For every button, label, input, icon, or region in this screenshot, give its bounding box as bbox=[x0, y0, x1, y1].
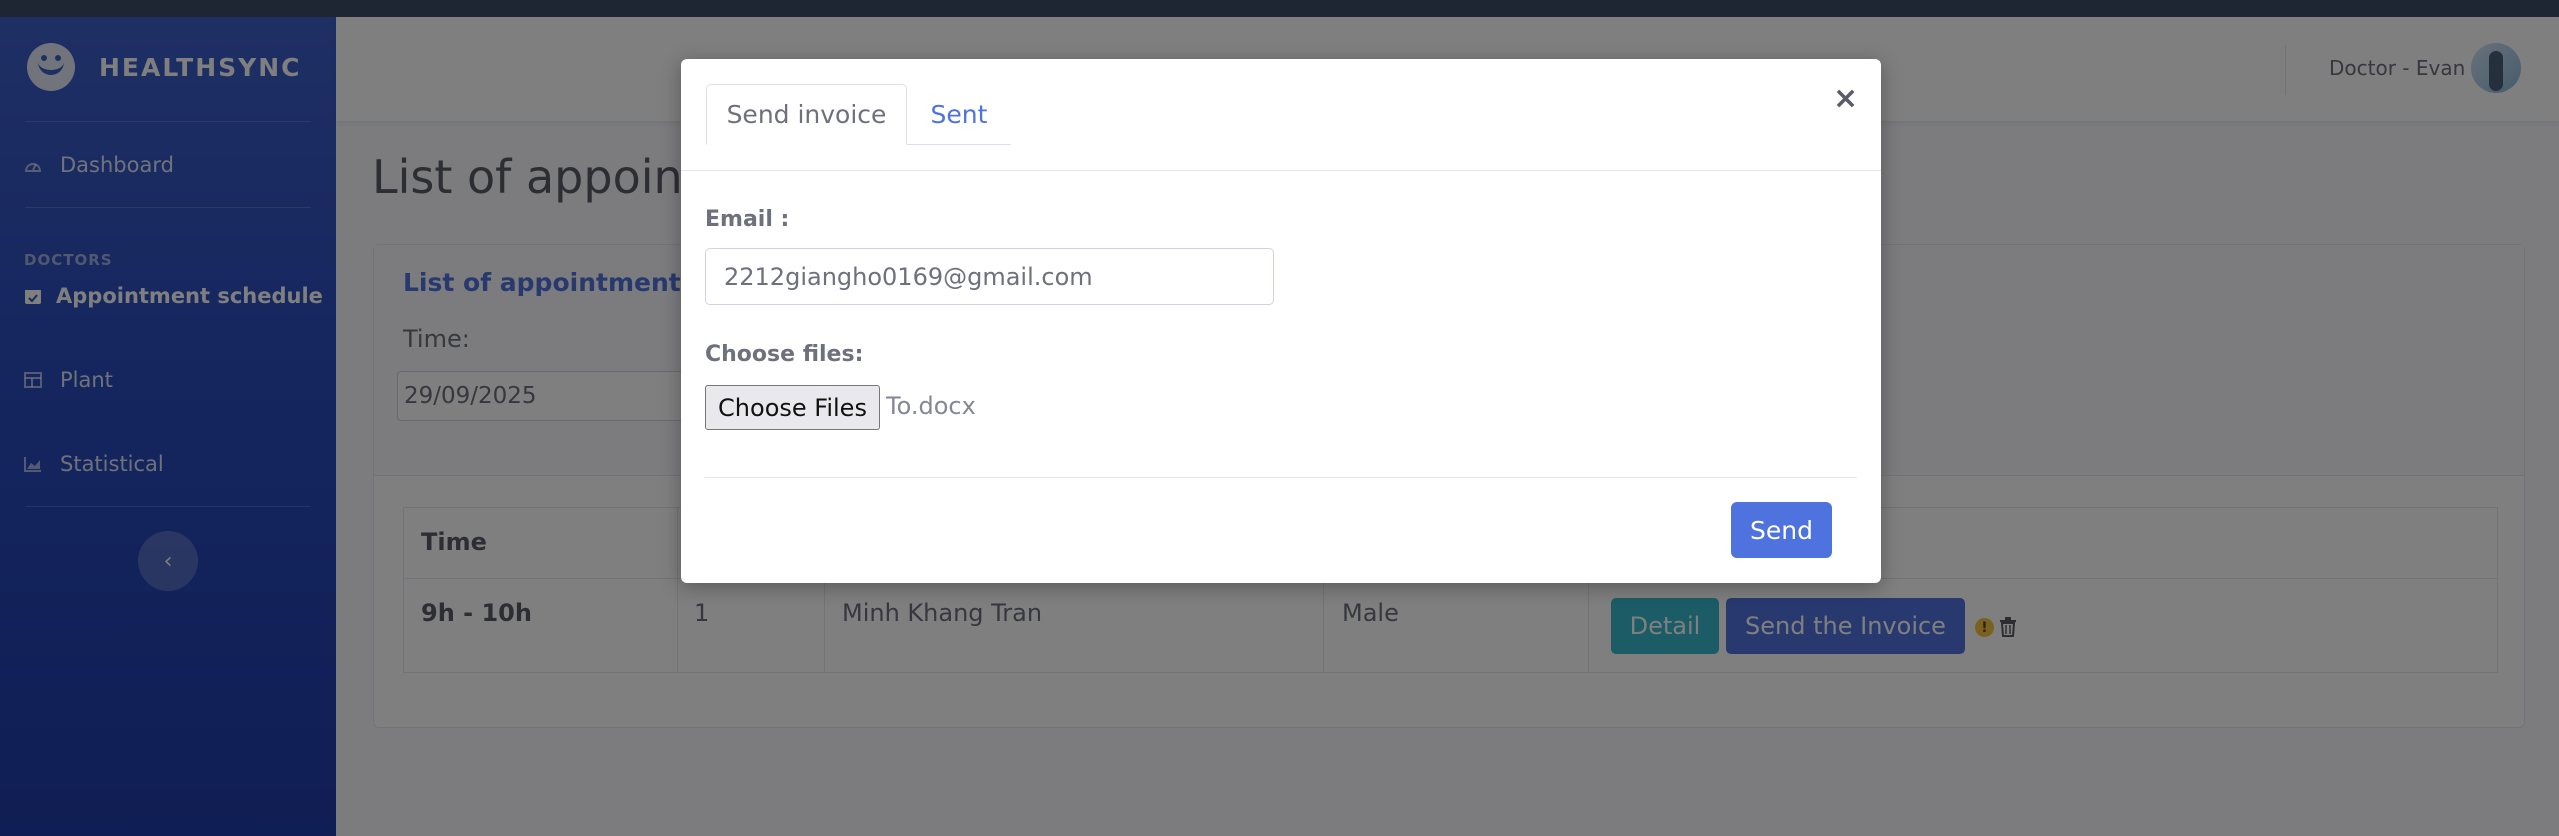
send-invoice-modal: Send invoice Sent × Email : Choose files… bbox=[681, 59, 1881, 583]
send-button[interactable]: Send bbox=[1731, 502, 1832, 558]
tab-sent[interactable]: Sent bbox=[907, 84, 1011, 145]
tab-send-invoice[interactable]: Send invoice bbox=[706, 84, 907, 145]
email-label: Email : bbox=[705, 207, 790, 232]
files-label: Choose files: bbox=[705, 342, 864, 367]
close-icon[interactable]: × bbox=[1833, 81, 1858, 116]
modal-footer-divider bbox=[705, 477, 1857, 478]
choose-files-button[interactable]: Choose Files bbox=[705, 385, 880, 430]
email-field[interactable] bbox=[705, 248, 1274, 305]
selected-file-name: To.docx bbox=[886, 392, 976, 420]
modal-header-divider bbox=[681, 170, 1881, 171]
